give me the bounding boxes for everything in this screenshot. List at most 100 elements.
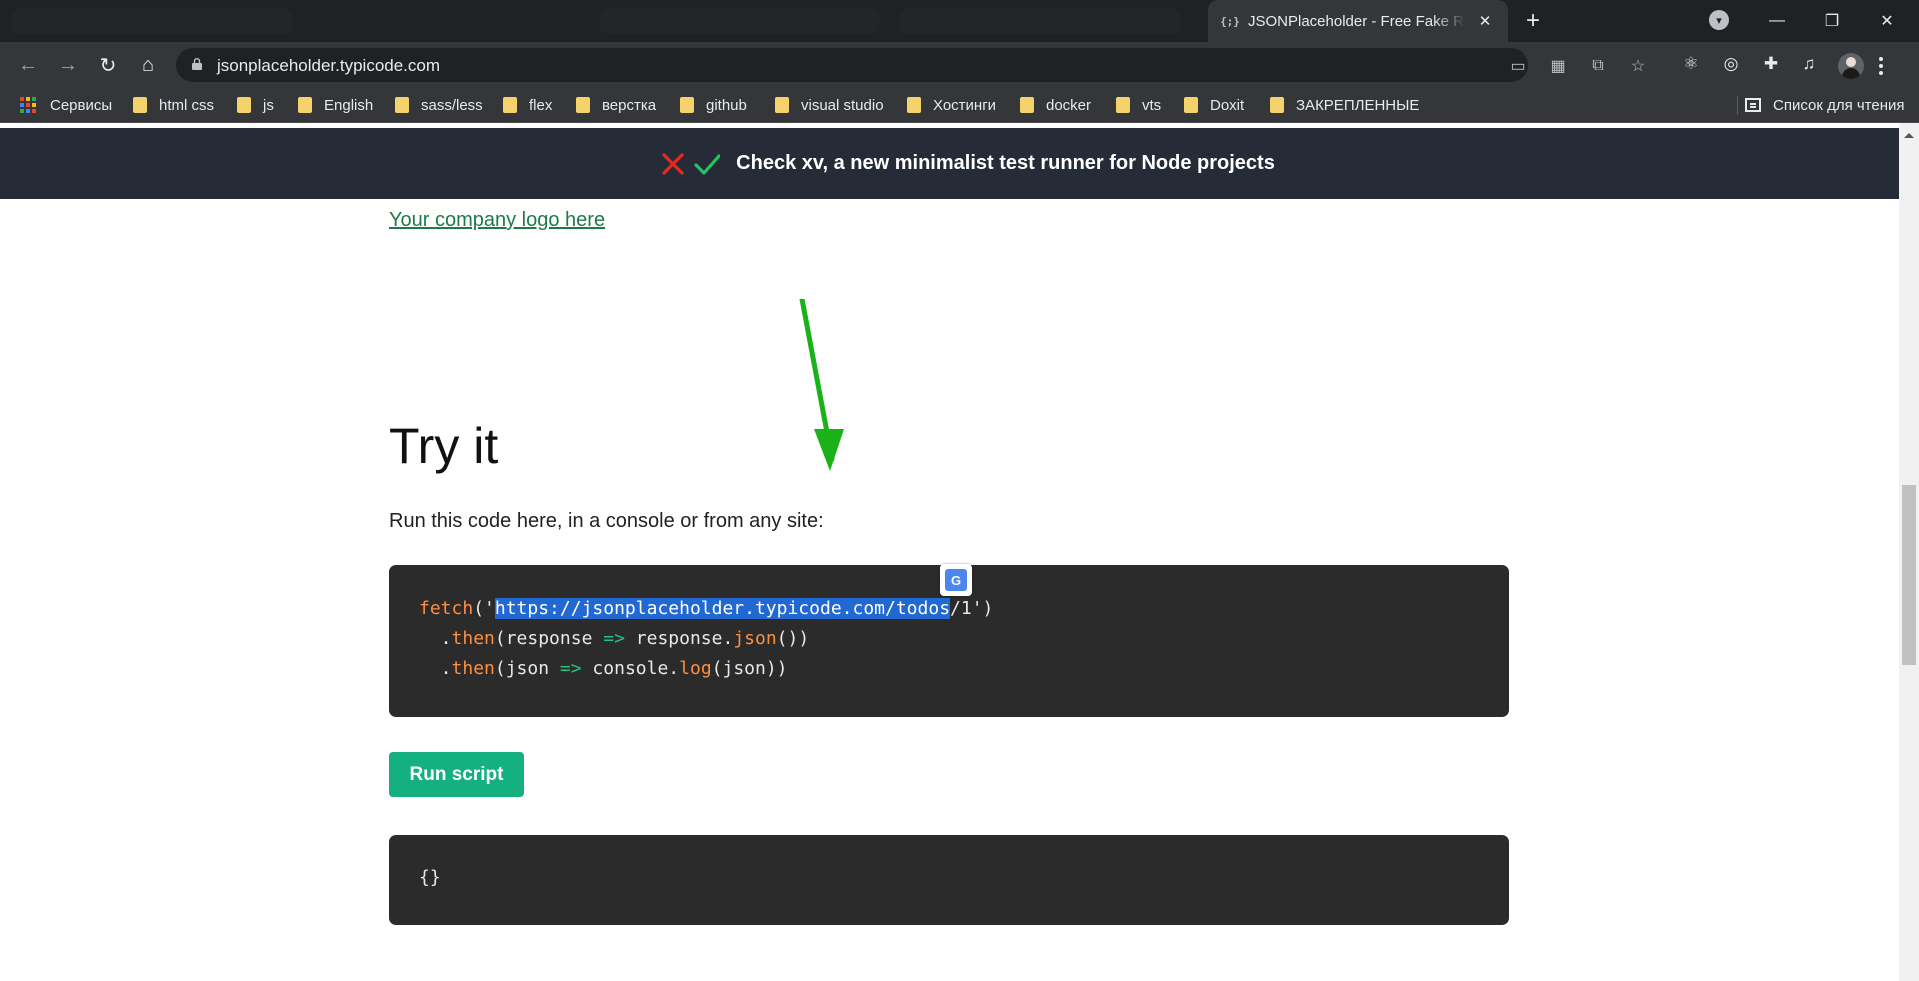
bookmark-folder[interactable]: flex [503,95,552,115]
reading-list-icon [1745,98,1761,112]
tab-title: JSONPlaceholder - Free Fake REST API [1248,12,1466,30]
code-token: /1' [950,598,983,619]
code-token: (' [473,598,495,619]
folder-icon [680,97,694,113]
check-icon [694,153,721,175]
bookmark-folder[interactable]: js [237,95,274,115]
code-token: . [419,658,452,679]
record-extension-icon[interactable]: ◎ [1720,53,1742,75]
bookmark-label: верстка [602,96,657,114]
bookmark-apps[interactable]: Сервисы [20,95,112,115]
browser-toolbar: ← → ↻ ⌂ jsonplaceholder.typicode.com ▭ ▦… [0,42,1919,88]
bookmark-folder[interactable]: github [680,95,747,115]
media-control-icon[interactable]: ♫ [1798,53,1820,75]
cross-icon [662,152,684,175]
close-tab-icon[interactable]: ✕ [1476,12,1494,30]
bookmark-folder[interactable]: верстка [576,95,656,115]
background-tabs[interactable] [0,0,1205,42]
code-token: then [451,658,495,679]
code-token: console. [581,658,680,679]
result-output: {} [419,867,441,888]
bookmark-label: vts [1142,96,1162,114]
folder-icon [1184,97,1198,113]
selected-url-text[interactable]: https://jsonplaceholder.typicode.com/tod… [494,598,951,619]
react-devtools-icon[interactable]: ⚛ [1680,53,1702,75]
profile-avatar[interactable] [1838,53,1864,79]
forward-icon[interactable]: → [54,51,82,79]
code-token: ) [982,598,994,619]
translate-page-icon[interactable]: ⧉ [1588,56,1608,76]
result-output-block: {} [389,835,1509,925]
bookmark-folder[interactable]: sass/less [395,95,483,115]
qr-code-icon[interactable]: ▦ [1548,56,1568,76]
apps-grid-icon [20,97,36,113]
tab-search-icon[interactable]: ▾ [1709,10,1729,30]
url-text[interactable]: jsonplaceholder.typicode.com [217,56,440,76]
folder-icon [775,97,789,113]
code-snippet[interactable]: fetch('https://jsonplaceholder.typicode.… [419,594,993,684]
bookmark-folder[interactable]: vts [1116,95,1161,115]
folder-icon [1270,97,1284,113]
bookmark-label: English [324,96,374,114]
page-content: Check xv, a new minimalist test runner f… [0,123,1899,981]
bookmark-label: Doxit [1210,96,1245,114]
reading-list-button[interactable]: Список для чтения [1745,95,1905,115]
minimize-icon[interactable]: — [1757,6,1797,36]
code-token: => [603,628,625,649]
section-heading: Try it [389,418,499,474]
home-icon[interactable]: ⌂ [134,51,162,79]
folder-icon [237,97,251,113]
code-token: (response [494,628,604,649]
code-token: (json [494,658,560,679]
folder-icon [576,97,590,113]
scroll-up-arrow-icon[interactable] [1904,133,1914,138]
run-script-button[interactable]: Run script [389,752,524,797]
background-tab[interactable] [600,8,880,34]
jsonplaceholder-favicon-icon: {;} [1220,14,1240,28]
code-token: . [419,628,452,649]
cast-icon[interactable]: ▭ [1508,56,1528,76]
folder-icon [133,97,147,113]
active-tab[interactable]: {;} JSONPlaceholder - Free Fake REST API… [1208,0,1508,42]
bookmark-folder[interactable]: Хостинги [907,95,996,115]
star-icon[interactable]: ☆ [1628,56,1648,76]
sponsor-logo-link[interactable]: Your company logo here [389,209,605,232]
restore-icon[interactable]: ❐ [1812,6,1852,36]
code-token: (json)) [711,658,788,679]
bookmark-folder[interactable]: docker [1020,95,1091,115]
lock-icon [192,58,202,70]
page-scrollbar[interactable] [1899,123,1919,981]
bookmark-folder[interactable]: visual studio [775,95,884,115]
bookmark-label: Хостинги [933,96,997,114]
background-tab[interactable] [900,8,1180,34]
bookmarks-bar: Сервисы html css js English sass/less fl… [0,88,1919,123]
new-tab-button[interactable]: + [1520,7,1546,34]
bookmark-folder[interactable]: Doxit [1184,95,1244,115]
annotation-arrow-icon [799,299,844,471]
code-token: => [559,658,582,679]
address-bar[interactable]: jsonplaceholder.typicode.com ▭ ▦ ⧉ ☆ [176,48,1645,82]
bookmark-label: html css [159,96,215,114]
extensions-puzzle-icon[interactable]: ✚ [1760,53,1782,75]
bookmark-label: Сервисы [50,96,113,114]
reading-list-label: Список для чтения [1773,96,1905,114]
back-icon[interactable]: ← [14,51,42,79]
close-window-icon[interactable]: ✕ [1867,6,1907,36]
background-tab[interactable] [12,8,292,34]
banner-text[interactable]: Check xv, a new minimalist test runner f… [736,152,1275,175]
folder-icon [298,97,312,113]
reload-icon[interactable]: ↻ [94,51,122,79]
tab-strip: {;} JSONPlaceholder - Free Fake REST API… [0,0,1919,42]
bookmark-folder[interactable]: ЗАКРЕПЛЕННЫЕ [1270,95,1419,115]
bookmark-folder[interactable]: html css [133,95,214,115]
browser-menu-icon[interactable] [1874,53,1888,79]
bookmark-label: visual studio [801,96,884,114]
code-token: then [451,628,495,649]
google-translate-icon: G [945,569,967,591]
bookmark-label: js [263,96,274,114]
bookmark-folder[interactable]: English [298,95,373,115]
sponsor-banner[interactable]: Check xv, a new minimalist test runner f… [0,128,1899,199]
scrollbar-thumb[interactable] [1902,485,1916,665]
code-token: ()) [776,628,810,649]
translate-selection-button[interactable]: G [940,564,972,596]
